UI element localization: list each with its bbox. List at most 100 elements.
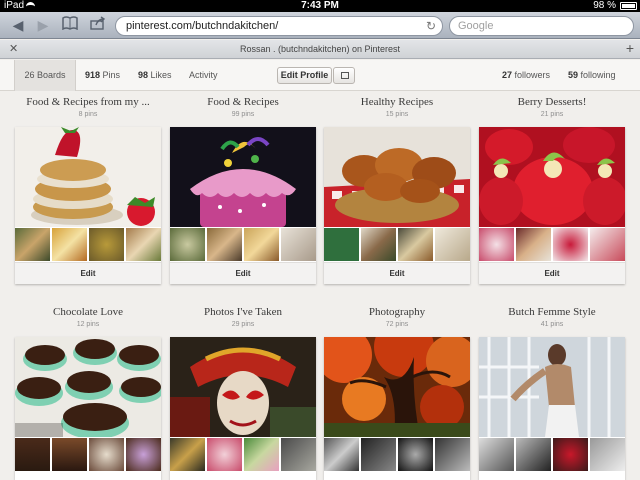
followers-link[interactable]: 27 followers (502, 60, 550, 91)
new-tab-icon[interactable]: + (626, 40, 634, 56)
url-field[interactable]: pinterest.com/butchndakitchen/ ↻ (115, 16, 443, 36)
board-pin-count: 41 pins (540, 321, 564, 328)
bookmarks-icon[interactable] (60, 16, 80, 34)
board-cover-image[interactable] (170, 337, 316, 437)
board-cover-image[interactable] (479, 127, 625, 227)
board-title[interactable]: Butch Femme Style (469, 306, 635, 318)
board-card[interactable] (479, 337, 625, 480)
thumbnail (479, 228, 514, 261)
clock: 7:43 PM (301, 0, 339, 11)
tab-pins[interactable]: 918 Pins (85, 60, 120, 91)
pins-count: 918 (85, 70, 101, 80)
url-text: pinterest.com/butchndakitchen/ (126, 20, 279, 32)
board-cover-image[interactable] (15, 337, 161, 437)
thumbnail (398, 438, 433, 471)
board-card[interactable]: Edit (324, 127, 470, 284)
board-thumbnails (324, 228, 470, 261)
thumbnail (281, 228, 316, 261)
thumbnail (553, 228, 588, 261)
following-count: 59 (568, 70, 579, 80)
following-label: following (580, 70, 616, 80)
thumbnail (435, 438, 470, 471)
board-thumbnails (170, 438, 316, 471)
tab-title[interactable]: Rossan . (butchndakitchen) on Pinterest (0, 44, 640, 54)
tab-activity[interactable]: Activity (189, 60, 218, 91)
board-cover-image[interactable] (324, 127, 470, 227)
profile-settings-icon[interactable] (333, 67, 355, 84)
board-card[interactable] (324, 337, 470, 480)
board-pin-count: 72 pins (385, 321, 409, 328)
boards-label: Boards (37, 70, 66, 80)
thumbnail (398, 228, 433, 261)
thumbnail (52, 228, 87, 261)
board-pin-count: 15 pins (385, 111, 409, 118)
tab-boards[interactable]: 26 Boards (14, 60, 76, 91)
followers-count: 27 (502, 70, 513, 80)
search-field[interactable]: Google (449, 16, 634, 36)
board-pin-count: 12 pins (76, 321, 100, 328)
thumbnail (89, 228, 124, 261)
thumbnail (479, 438, 514, 471)
profile-nav: 26 Boards 918 Pins 98 Likes Activity Edi… (0, 60, 640, 91)
board-edit-button[interactable]: Edit (15, 262, 161, 284)
board-edit-button[interactable]: Edit (170, 262, 316, 284)
tab-bar: ✕ Rossan . (butchndakitchen) on Pinteres… (0, 40, 640, 59)
thumbnail (244, 438, 279, 471)
battery-icon (620, 2, 637, 10)
board-pin-count: 21 pins (540, 111, 564, 118)
thumbnail (324, 438, 359, 471)
board-title[interactable]: Food & Recipes (160, 96, 326, 108)
board-edit-button[interactable]: Edit (479, 262, 625, 284)
board-thumbnails (15, 438, 161, 471)
following-link[interactable]: 59 following (568, 60, 616, 91)
board-title[interactable]: Food & Recipes from my ... (5, 96, 171, 108)
board-cover-image[interactable] (170, 127, 316, 227)
thumbnail (126, 438, 161, 471)
thumbnail (207, 438, 242, 471)
share-icon[interactable] (88, 16, 108, 34)
likes-count: 98 (138, 70, 149, 80)
thumbnail (89, 438, 124, 471)
reload-icon[interactable]: ↻ (426, 17, 436, 35)
thumbnail (361, 438, 396, 471)
tab-likes[interactable]: 98 Likes (138, 60, 172, 91)
thumbnail (15, 228, 50, 261)
board-title[interactable]: Photography (314, 306, 480, 318)
edit-profile-button[interactable]: Edit Profile (277, 67, 332, 84)
activity-label: Activity (189, 70, 218, 80)
status-bar: iPad 7:43 PM 98 % (0, 0, 640, 12)
thumbnail (170, 438, 205, 471)
thumbnail (590, 228, 625, 261)
board-card[interactable]: Edit (479, 127, 625, 284)
thumbnail (553, 438, 588, 471)
forward-icon[interactable]: ▶ (33, 16, 53, 34)
board-edit-button[interactable]: Edit (324, 262, 470, 284)
board-title[interactable]: Healthy Recipes (314, 96, 480, 108)
thumbnail (324, 228, 359, 261)
likes-label: Likes (150, 70, 172, 80)
board-title[interactable]: Photos I've Taken (160, 306, 326, 318)
board-pin-count: 99 pins (231, 111, 255, 118)
board-cover-image[interactable] (324, 337, 470, 437)
followers-label: followers (514, 70, 551, 80)
board-card[interactable]: Edit (170, 127, 316, 284)
board-cover-image[interactable] (15, 127, 161, 227)
battery-percent: 98 % (593, 0, 616, 11)
board-card[interactable] (170, 337, 316, 480)
thumbnail (590, 438, 625, 471)
board-cover-image[interactable] (479, 337, 625, 437)
thumbnail (361, 228, 396, 261)
back-icon[interactable]: ◀ (8, 16, 28, 34)
board-pin-count: 29 pins (231, 321, 255, 328)
thumbnail (435, 228, 470, 261)
boards-count: 26 (24, 70, 35, 80)
board-thumbnails (324, 438, 470, 471)
board-title[interactable]: Chocolate Love (5, 306, 171, 318)
board-card[interactable]: Edit (15, 127, 161, 284)
board-pin-count: 8 pins (78, 111, 98, 118)
board-card[interactable] (15, 337, 161, 480)
thumbnail (52, 438, 87, 471)
thumbnail (281, 438, 316, 471)
board-title[interactable]: Berry Desserts! (469, 96, 635, 108)
board-thumbnails (15, 228, 161, 261)
